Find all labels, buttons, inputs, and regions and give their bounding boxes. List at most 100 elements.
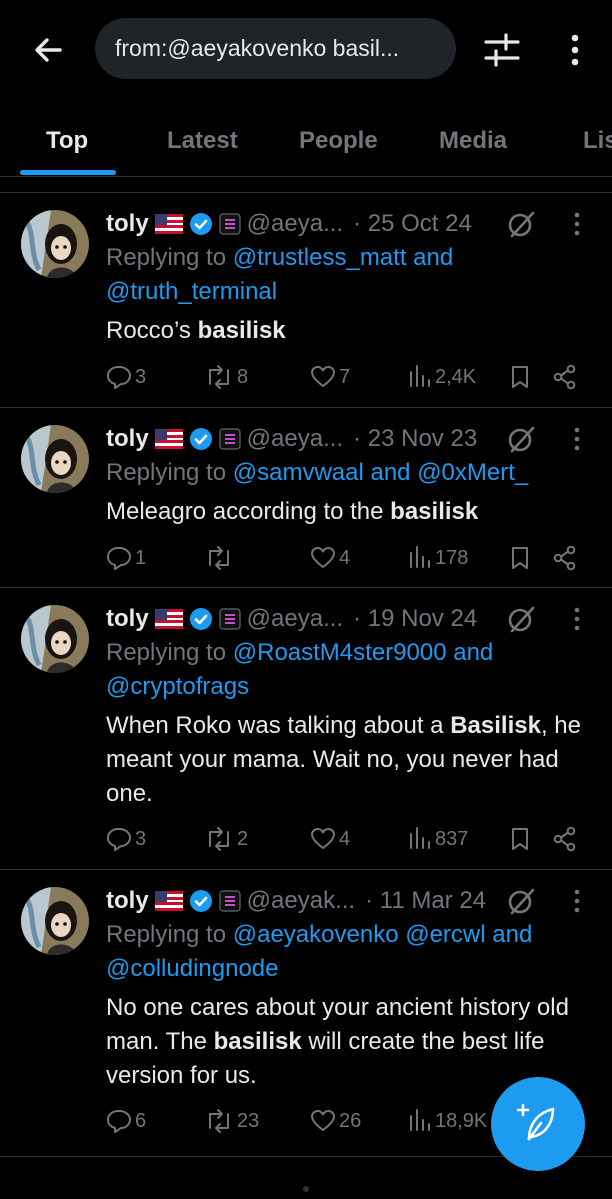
tweet-header: toly @aeya... · 25 Oct 24 [106, 207, 472, 241]
bookmark-icon[interactable] [508, 362, 535, 392]
bookmark-icon[interactable] [508, 824, 535, 854]
solana-badge-icon [219, 213, 241, 235]
repost-icon [209, 365, 229, 389]
repost-button[interactable]: 2 [204, 824, 248, 854]
replying-to: Replying to @trustless_matt and @truth_te… [106, 244, 454, 305]
reply-button[interactable]: 1 [106, 543, 146, 573]
reply-icon [107, 366, 131, 389]
tweet-date[interactable]: · 23 Nov 23 [353, 425, 477, 453]
tweet-header: toly @aeyak... · 11 Mar 24 [106, 884, 486, 918]
avatar[interactable] [21, 887, 89, 955]
reply-button[interactable]: 3 [106, 362, 146, 392]
us-flag-icon [154, 214, 183, 234]
tweet-date[interactable]: · 11 Mar 24 [365, 887, 486, 915]
repost-button[interactable]: 23 [204, 1106, 259, 1136]
tweet-text: No one cares about your ancient history … [106, 994, 569, 1089]
views-count: 2,4K [435, 365, 477, 388]
views-button[interactable]: 2,4K [408, 362, 476, 392]
tweet-more-icon[interactable] [566, 886, 588, 916]
views-icon [410, 365, 430, 387]
tweet-more-icon[interactable] [566, 209, 588, 239]
share-icon[interactable] [552, 824, 581, 854]
grok-icon[interactable] [506, 604, 536, 634]
verified-badge-icon [189, 889, 213, 913]
reply-mentions[interactable]: @RoastM4ster9000 and [233, 639, 494, 666]
filter-sliders-icon[interactable] [482, 30, 522, 70]
tweet-card[interactable]: toly @aeya... · 25 Oct 24 Replying to @t… [0, 193, 612, 408]
tabs-divider [0, 176, 612, 177]
reply-mentions[interactable]: @samvwaal and @0xMert_ [233, 459, 529, 486]
tweet-card[interactable]: toly @aeya... · 23 Nov 23 Replying to @s… [0, 408, 612, 588]
avatar[interactable] [21, 210, 89, 278]
repost-icon [209, 546, 229, 570]
tweet-header: toly @aeya... · 23 Nov 23 [106, 422, 477, 456]
repost-button[interactable]: 8 [204, 362, 248, 392]
tweet-actions: 3 2 4 837 [106, 824, 596, 854]
compose-icon [516, 1103, 555, 1141]
share-icon[interactable] [552, 543, 581, 573]
views-button[interactable]: 837 [408, 824, 468, 854]
tab-media[interactable]: Media [439, 106, 507, 176]
grok-icon[interactable] [506, 424, 536, 454]
tweet-date[interactable]: · 19 Nov 24 [353, 605, 477, 633]
tweet-date[interactable]: · 25 Oct 24 [353, 210, 472, 238]
us-flag-icon [154, 429, 183, 449]
tab-latest[interactable]: Latest [167, 106, 238, 176]
tab-lists[interactable]: Lis [583, 106, 612, 176]
tweet-text: Rocco’s basilisk [106, 317, 286, 344]
like-button[interactable]: 7 [310, 362, 350, 392]
views-icon [410, 827, 430, 849]
tweet-actions: 3 8 7 2,4K [106, 362, 596, 392]
reply-button[interactable]: 3 [106, 824, 146, 854]
tab-people[interactable]: People [299, 106, 378, 176]
tweet-more-icon[interactable] [566, 604, 588, 634]
views-count: 178 [435, 546, 469, 569]
like-count: 4 [339, 827, 351, 850]
reply-button[interactable]: 6 [106, 1106, 146, 1136]
author-handle[interactable]: @aeyak... [247, 887, 355, 915]
views-button[interactable]: 18,9K [408, 1106, 487, 1136]
tweet-more-icon[interactable] [566, 424, 588, 454]
repost-button[interactable] [204, 543, 237, 573]
grok-icon[interactable] [506, 209, 536, 239]
grok-icon[interactable] [506, 886, 536, 916]
like-button[interactable]: 4 [310, 824, 350, 854]
like-count: 7 [339, 365, 351, 388]
replying-to: Replying to @RoastM4ster9000 and @cryptof… [106, 639, 494, 700]
views-button[interactable]: 178 [408, 543, 468, 573]
replying-to: Replying to @aeyakovenko @ercwl and @coll… [106, 921, 533, 982]
author-name[interactable]: toly [106, 605, 149, 633]
tab-top[interactable]: Top [46, 106, 88, 176]
tweet-text: When Roko was talking about a Basilisk, … [106, 712, 581, 807]
like-icon [311, 366, 335, 387]
author-name[interactable]: toly [106, 887, 149, 915]
like-button[interactable]: 26 [310, 1106, 361, 1136]
bookmark-icon[interactable] [508, 543, 535, 573]
author-handle[interactable]: @aeya... [247, 605, 343, 633]
reply-mentions-2[interactable]: @truth_terminal [106, 278, 277, 305]
author-handle[interactable]: @aeya... [247, 425, 343, 453]
compose-button[interactable] [491, 1077, 585, 1171]
reply-mentions-2[interactable]: @cryptofrags [106, 673, 249, 700]
author-name[interactable]: toly [106, 425, 149, 453]
avatar[interactable] [21, 605, 89, 673]
reply-icon [107, 547, 131, 570]
avatar[interactable] [21, 425, 89, 493]
author-handle[interactable]: @aeya... [247, 210, 343, 238]
reply-icon [107, 828, 131, 851]
tweet-card[interactable]: toly @aeya... · 19 Nov 24 Replying to @R… [0, 588, 612, 870]
back-arrow-icon[interactable] [26, 28, 70, 72]
reply-mentions-2[interactable]: @colludingnode [106, 955, 279, 982]
like-button[interactable]: 4 [310, 543, 350, 573]
reply-mentions[interactable]: @aeyakovenko @ercwl and [233, 921, 533, 948]
like-icon [311, 828, 335, 849]
views-count: 18,9K [435, 1109, 488, 1132]
share-icon[interactable] [552, 362, 581, 392]
author-name[interactable]: toly [106, 210, 149, 238]
active-tab-indicator [20, 170, 116, 175]
reply-mentions[interactable]: @trustless_matt and [233, 244, 453, 271]
search-field[interactable]: from:@aeyakovenko basil... [95, 18, 456, 79]
views-count: 837 [435, 827, 469, 850]
more-vertical-icon[interactable] [560, 30, 590, 70]
us-flag-icon [154, 609, 183, 629]
